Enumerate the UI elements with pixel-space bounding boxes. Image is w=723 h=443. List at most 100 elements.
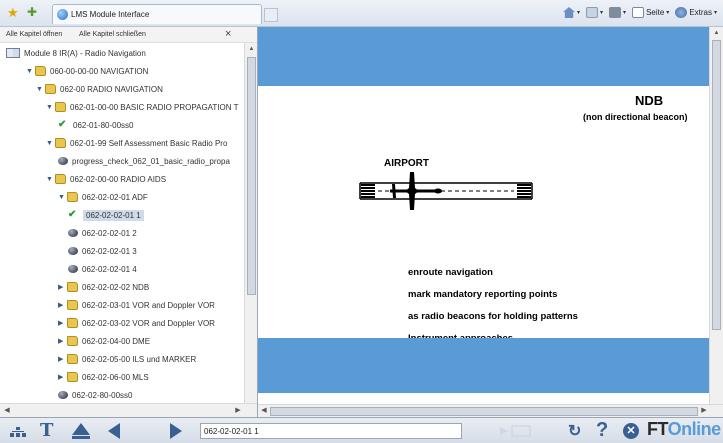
- toc-item-label: 062-02-04-00 DME: [82, 336, 151, 346]
- home-icon: [563, 7, 576, 18]
- toc-item-label: 062-02-80-00ss0: [72, 390, 133, 400]
- toc-item-label: 062-01-00-00 BASIC RADIO PROPAGATION T: [70, 102, 239, 112]
- ball-icon: [58, 391, 68, 399]
- toc-item[interactable]: ▼ 060-00-00-00 NAVIGATION: [26, 63, 148, 79]
- toc-item[interactable]: ▶ 062-02-06-00 MLS: [58, 369, 149, 385]
- print-icon: [609, 7, 622, 18]
- toc-item[interactable]: ▶ 062-02-05-00 ILS und MARKER: [58, 351, 196, 367]
- toc-item-label: 062-02-02-01 2: [82, 228, 137, 238]
- add-favorites-icon[interactable]: ✚: [27, 6, 37, 19]
- command-bar: ▾ ▾ ▾ Seite ▾ Extras ▾: [563, 7, 717, 18]
- favorites-star-icon[interactable]: ★: [7, 6, 19, 19]
- toc-vertical-scrollbar[interactable]: ▲: [244, 43, 257, 403]
- reload-icon[interactable]: ↻: [568, 421, 581, 441]
- scroll-right-arrow-icon[interactable]: ▶: [233, 406, 243, 416]
- toc-item[interactable]: Module 8 IR(A) - Radio Navigation: [6, 45, 146, 61]
- runway-airplane-diagram: [359, 172, 533, 210]
- toc-item[interactable]: 062-02-02-01 3: [68, 243, 137, 259]
- new-tab-button[interactable]: [264, 8, 278, 22]
- expanded-arrow-icon[interactable]: ▼: [46, 140, 54, 147]
- slide-header-band: [258, 27, 709, 86]
- page-menu-button[interactable]: Seite ▾: [632, 7, 669, 18]
- toc-item-label: 062-02-03-01 VOR and Doppler VOR: [82, 300, 215, 310]
- next-page-icon[interactable]: [170, 423, 182, 439]
- toc-item[interactable]: progress_check_062_01_basic_radio_propa: [58, 153, 230, 169]
- scroll-left-arrow-icon[interactable]: ◀: [259, 406, 269, 416]
- current-page-field[interactable]: [200, 423, 462, 439]
- content-hscroll-thumb[interactable]: [270, 407, 698, 416]
- scroll-left-arrow-icon[interactable]: ◀: [2, 406, 12, 416]
- toc-item[interactable]: ▼ 062-00 RADIO NAVIGATION: [36, 81, 163, 97]
- slide-subtitle: (non directional beacon): [583, 112, 688, 122]
- media-player-icon[interactable]: [498, 424, 536, 438]
- toc-horizontal-scrollbar[interactable]: ◀ ▶: [0, 403, 257, 417]
- toc-item-label: 062-02-02-01 3: [82, 246, 137, 256]
- logo-online: Online: [667, 419, 722, 439]
- expanded-arrow-icon[interactable]: ▼: [58, 194, 66, 201]
- content-horizontal-scrollbar[interactable]: ◀ ▶: [258, 404, 723, 417]
- collapsed-arrow-icon[interactable]: ▶: [58, 301, 66, 309]
- toc-item[interactable]: ✔ 062-02-02-01 1: [68, 207, 144, 223]
- expanded-arrow-icon[interactable]: ▼: [36, 86, 44, 93]
- folder-icon: [55, 174, 66, 184]
- close-icon[interactable]: ✕: [623, 423, 639, 439]
- ball-icon: [68, 265, 78, 273]
- feeds-button[interactable]: ▾: [586, 7, 603, 18]
- text-view-icon[interactable]: T: [40, 420, 53, 441]
- toc-item[interactable]: 062-02-80-00ss0: [58, 387, 132, 403]
- check-icon: ✔: [58, 119, 67, 130]
- content-vertical-scrollbar[interactable]: ▲: [709, 27, 723, 404]
- home-button[interactable]: ▾: [563, 7, 580, 18]
- folder-icon: [67, 354, 78, 364]
- toc-item-label: 062-02-02-01 4: [82, 264, 137, 274]
- toc-scroll-thumb[interactable]: [247, 57, 256, 295]
- tools-menu-label: Extras: [689, 8, 712, 17]
- toc-panel: Alle Kapitel öffnen Alle Kapitel schließ…: [0, 27, 258, 417]
- toc-item[interactable]: 062-02-02-01 2: [68, 225, 137, 241]
- collapsed-arrow-icon[interactable]: ▶: [58, 283, 66, 291]
- collapsed-arrow-icon[interactable]: ▶: [58, 319, 66, 327]
- expanded-arrow-icon[interactable]: ▼: [46, 104, 54, 111]
- open-all-chapters-link[interactable]: Alle Kapitel öffnen: [6, 31, 62, 38]
- toc-item-label: progress_check_062_01_basic_radio_propa: [72, 156, 230, 166]
- scroll-right-arrow-icon[interactable]: ▶: [699, 406, 709, 416]
- toc-item[interactable]: ▼ 062-02-02-01 ADF: [58, 189, 148, 205]
- toc-item-label: 062-02-00-00 RADIO AIDS: [70, 174, 167, 184]
- ball-icon: [68, 229, 78, 237]
- toc-item[interactable]: ✔ 062-01-80-00ss0: [58, 117, 133, 133]
- eject-up-icon[interactable]: [72, 423, 90, 435]
- toc-item-label: 062-02-03-02 VOR and Doppler VOR: [82, 318, 215, 328]
- toc-item[interactable]: ▶ 062-02-03-02 VOR and Doppler VOR: [58, 315, 215, 331]
- toc-item[interactable]: ▶ 062-02-03-01 VOR and Doppler VOR: [58, 297, 215, 313]
- toc-item-label: 060-00-00-00 NAVIGATION: [50, 66, 149, 76]
- toc-item[interactable]: ▶ 062-02-04-00 DME: [58, 333, 150, 349]
- toc-item-label: Module 8 IR(A) - Radio Navigation: [24, 48, 146, 58]
- slide-bullet: as radio beacons for holding patterns: [408, 311, 578, 322]
- expanded-arrow-icon[interactable]: ▼: [26, 68, 34, 75]
- print-button[interactable]: ▾: [609, 7, 626, 18]
- close-icon[interactable]: ×: [225, 28, 231, 40]
- ftonline-logo: FTOnline: [647, 419, 721, 440]
- toc-item[interactable]: 062-02-02-01 4: [68, 261, 137, 277]
- scroll-up-arrow-icon[interactable]: ▲: [247, 45, 256, 54]
- scroll-up-arrow-icon[interactable]: ▲: [712, 29, 721, 38]
- collapsed-arrow-icon[interactable]: ▶: [58, 355, 66, 363]
- toc-header: Alle Kapitel öffnen Alle Kapitel schließ…: [0, 27, 257, 43]
- slide-bullet: enroute navigation: [408, 267, 493, 278]
- browser-tab[interactable]: LMS Module Interface: [52, 4, 262, 24]
- expanded-arrow-icon[interactable]: ▼: [46, 176, 54, 183]
- browser-toolbar: ★ ✚ LMS Module Interface ▾ ▾ ▾ Seite ▾ Ex…: [0, 0, 723, 27]
- tools-menu-button[interactable]: Extras ▾: [675, 7, 717, 18]
- content-scroll-thumb[interactable]: [712, 40, 721, 330]
- toc-item[interactable]: ▼ 062-01-00-00 BASIC RADIO PROPAGATION T: [46, 99, 239, 115]
- collapsed-arrow-icon[interactable]: ▶: [58, 337, 66, 345]
- toc-item[interactable]: ▼ 062-02-00-00 RADIO AIDS: [46, 171, 166, 187]
- toc-item[interactable]: ▶ 062-02-02-02 NDB: [58, 279, 149, 295]
- sitemap-icon[interactable]: [10, 427, 26, 437]
- previous-page-icon[interactable]: [108, 423, 120, 439]
- collapsed-arrow-icon[interactable]: ▶: [58, 373, 66, 381]
- help-icon[interactable]: ?: [596, 419, 608, 442]
- toc-item-label: 062-01-80-00ss0: [73, 120, 134, 130]
- close-all-chapters-link[interactable]: Alle Kapitel schließen: [79, 31, 146, 38]
- toc-item[interactable]: ▼ 062-01-99 Self Assessment Basic Radio P…: [46, 135, 227, 151]
